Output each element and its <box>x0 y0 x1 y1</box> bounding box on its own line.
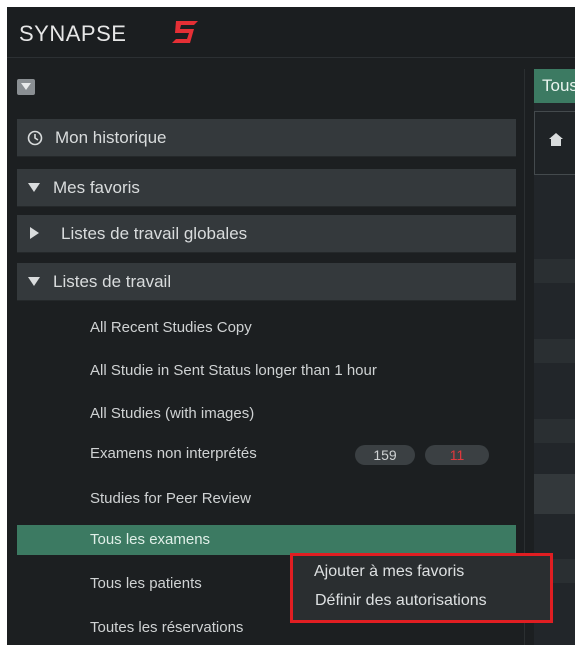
app-logo: SYNAPSE <box>19 21 127 46</box>
synapse-logo-mark-icon <box>172 21 198 43</box>
table-row[interactable] <box>534 339 575 363</box>
count-badge: 159 <box>355 445 415 465</box>
tab-tous[interactable]: Tous <box>534 69 575 103</box>
section-label: Mon historique <box>55 128 167 147</box>
context-menu: Ajouter à mes favoris Définir des autori… <box>290 553 553 623</box>
section-label: Listes de travail <box>53 272 172 291</box>
worklist-label: Studies for Peer Review <box>90 490 251 507</box>
table-row[interactable] <box>534 474 575 514</box>
worklist-label: Examens non interprétés <box>90 445 257 462</box>
alert-badge: 11 <box>425 445 489 465</box>
worklist-label: All Recent Studies Copy <box>90 319 252 336</box>
worklist-label: All Studie in Sent Status longer than 1 … <box>90 362 377 379</box>
worklist-item[interactable]: All Recent Studies Copy <box>17 313 516 343</box>
menu-item-set-permissions[interactable]: Définir des autorisations <box>315 592 487 610</box>
table-row[interactable] <box>534 259 575 283</box>
worklist-item[interactable]: All Studies (with images) <box>17 399 516 429</box>
worklist-label: Tous les patients <box>90 575 202 592</box>
tab-label: Tous <box>542 76 575 95</box>
triangle-right-icon <box>30 227 39 239</box>
menu-item-add-favorite[interactable]: Ajouter à mes favoris <box>314 563 464 581</box>
table-row[interactable] <box>534 419 575 443</box>
worklist-label: Toutes les réservations <box>90 619 244 636</box>
triangle-down-icon <box>28 277 40 286</box>
section-listes-de-travail[interactable]: Listes de travail <box>17 263 516 301</box>
app-window: SYNAPSE Mon historique Mes favoris Liste… <box>7 7 575 645</box>
section-mon-historique[interactable]: Mon historique <box>17 119 516 157</box>
section-mes-favoris[interactable]: Mes favoris <box>17 169 516 207</box>
collapse-sidebar-button[interactable] <box>17 79 35 95</box>
top-bar: SYNAPSE <box>7 7 575 58</box>
toolbar <box>534 111 575 175</box>
section-label: Mes favoris <box>53 178 140 197</box>
triangle-down-icon <box>28 183 40 192</box>
home-icon[interactable] <box>549 133 563 146</box>
triangle-down-icon <box>21 83 31 90</box>
section-listes-globales[interactable]: Listes de travail globales <box>17 215 516 253</box>
worklist-item-selected[interactable]: Tous les examens <box>17 525 516 555</box>
worklist-item[interactable]: Examens non interprétés 159 11 <box>17 439 516 469</box>
worklist-label: Tous les examens <box>90 531 211 548</box>
worklist-label: All Studies (with images) <box>90 405 255 422</box>
worklist-item[interactable]: Studies for Peer Review <box>17 484 516 514</box>
worklist-item[interactable]: All Studie in Sent Status longer than 1 … <box>17 356 516 386</box>
section-label: Listes de travail globales <box>61 224 248 243</box>
history-icon <box>27 130 43 146</box>
